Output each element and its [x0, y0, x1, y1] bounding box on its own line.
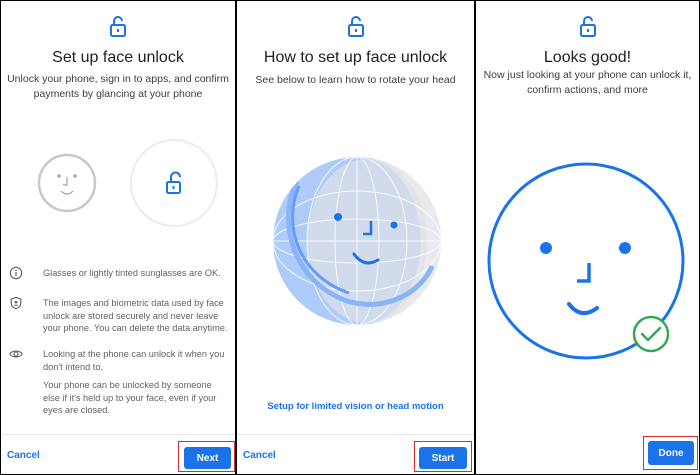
shield-icon [10, 296, 22, 310]
page-title: Looks good! [543, 49, 632, 66]
screen-setup-face-unlock: Set up face unlock Unlock your phone, si… [1, 1, 235, 474]
limited-vision-setup-link[interactable]: Setup for limited vision or head motion [237, 401, 474, 412]
head-rotation-globe [273, 157, 441, 325]
page-title: Set up face unlock [52, 49, 184, 66]
page-title: How to set up face unlock [263, 49, 448, 66]
unlock-icon [579, 16, 596, 37]
screen-how-to-setup: How to set up face unlock See below to l… [237, 1, 474, 474]
success-face-illustration [487, 162, 685, 360]
info-item-glasses: Glasses or lightly tinted sunglasses are… [7, 266, 229, 280]
info-icon [9, 266, 23, 280]
unlock-icon [110, 16, 126, 37]
divider [237, 434, 474, 435]
cancel-button[interactable]: Cancel [243, 450, 276, 461]
page-subtitle: See below to learn how to rotate your he… [255, 74, 456, 86]
cancel-button[interactable]: Cancel [7, 450, 40, 461]
check-circle-icon [632, 315, 670, 353]
gray-face-icon [37, 153, 97, 213]
page-subtitle: Now just looking at your phone can unloc… [483, 69, 692, 96]
divider [1, 434, 235, 435]
start-button[interactable]: Start [419, 447, 467, 469]
next-button[interactable]: Next [184, 447, 231, 469]
face-unlock-illustration [37, 139, 218, 227]
screen-looks-good: Looks good! Now just looking at your pho… [476, 1, 699, 474]
info-item-unintended-unlock: Looking at the phone can unlock it when … [7, 348, 229, 373]
info-item-unlock-by-others: Your phone can be unlocked by someone el… [43, 380, 217, 415]
info-item-data-security: The images and biometric data used by fa… [7, 296, 229, 335]
page-subtitle: Unlock your phone, sign in to apps, and … [7, 73, 229, 100]
lock-circle [130, 139, 218, 227]
eye-icon [9, 350, 23, 358]
done-button[interactable]: Done [648, 441, 694, 465]
unlock-icon [347, 16, 364, 37]
